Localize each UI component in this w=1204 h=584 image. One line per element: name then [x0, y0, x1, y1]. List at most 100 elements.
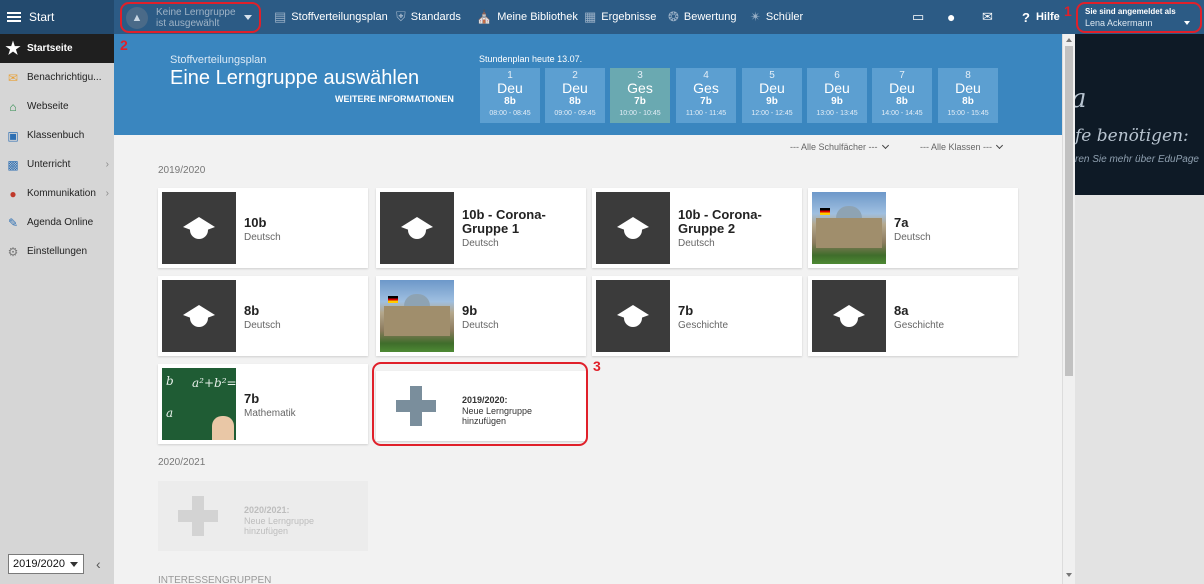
annotation-number-3: 3 [593, 358, 601, 374]
schedule-slot[interactable]: 8 Deu 8b 15:00 - 15:45 [938, 68, 998, 123]
menu-toggle[interactable]: Start [0, 0, 114, 34]
slot-subject: Deu [562, 80, 588, 96]
schedule-slot[interactable]: 2 Deu 8b 09:00 - 09:45 [545, 68, 605, 123]
group-name: 7b [678, 303, 694, 318]
slot-class: 8b [569, 96, 581, 107]
annotation-number-1: 1 [1064, 3, 1072, 19]
slot-class: 8b [896, 96, 908, 107]
sidebar: ★ Startseite ✉ Benachrichtigu... ⌂ Webse… [0, 34, 114, 584]
sidebar-item-klassenbuch[interactable]: ▣ Klassenbuch [0, 121, 114, 150]
nav-standards[interactable]: ⛨ Standards [396, 0, 461, 34]
group-subject: Deutsch [244, 320, 281, 331]
hero-banner: Stoffverteilungsplan Eine Lerngruppe aus… [114, 34, 1075, 135]
add-group-button-disabled[interactable]: 2020/2021: Neue Lerngruppe hinzufügen [158, 481, 368, 551]
group-card[interactable]: 10b Deutsch [158, 188, 368, 268]
nav-stoffverteilungsplan[interactable]: ▤ Stoffverteilungsplan [274, 0, 388, 34]
sidebar-item-agenda-online[interactable]: ✎ Agenda Online [0, 208, 114, 237]
more-info-link[interactable]: WEITERE INFORMATIONEN [335, 94, 454, 104]
graduation-cap-icon [401, 215, 433, 241]
sidebar-item-webseite[interactable]: ⌂ Webseite [0, 92, 114, 121]
schedule-slot[interactable]: 1 Deu 8b 08:00 - 08:45 [480, 68, 540, 123]
schedule-slot[interactable]: 6 Deu 9b 13:00 - 13:45 [807, 68, 867, 123]
nav-label: Ergebnisse [601, 11, 657, 23]
slot-subject: Deu [824, 80, 850, 96]
slot-subject: Deu [955, 80, 981, 96]
group-thumbnail [812, 280, 886, 352]
slot-subject: Ges [693, 80, 719, 96]
nav-meine-bibliothek[interactable]: ⛪ Meine Bibliothek [476, 0, 578, 34]
promo-line2: fe benötigen: [1075, 126, 1189, 146]
sidebar-item-benachrichtigungen[interactable]: ✉ Benachrichtigu... [0, 63, 114, 92]
annotation-box-1 [1076, 2, 1202, 33]
cast-icon: ▭ [912, 9, 925, 24]
sidebar-item-label: Kommunikation [27, 188, 96, 199]
nav-bewertung[interactable]: ❂ Bewertung [668, 0, 737, 34]
right-blank-area [1075, 195, 1204, 584]
group-subject: Geschichte [678, 320, 729, 331]
sidebar-item-label: Startseite [27, 43, 73, 54]
group-card[interactable]: 9b Deutsch [376, 276, 586, 356]
add-group-label: Neue Lerngruppe hinzufügen [244, 516, 315, 536]
graduation-cap-icon [833, 303, 865, 329]
subject-filter-value: --- Alle Schulfächer --- [790, 142, 878, 152]
group-card[interactable]: b a²+b²= a 7b Mathematik [158, 364, 368, 444]
school-year-value: 2019/2020 [13, 558, 65, 570]
page-title: Eine Lerngruppe auswählen [170, 67, 420, 89]
chat-icon: ● [9, 186, 17, 201]
group-name: 7a [894, 215, 909, 230]
main-scrollbar[interactable] [1062, 34, 1075, 584]
slot-subject: Deu [889, 80, 915, 96]
shield-icon: ⛨ [396, 9, 406, 24]
group-card[interactable]: 8b Deutsch [158, 276, 368, 356]
chevron-right-icon: › [105, 159, 109, 170]
mail-button[interactable]: ✉ [982, 0, 993, 34]
help-button[interactable]: ? Hilfe [1022, 0, 1060, 34]
group-card[interactable]: 10b - Corona-Gruppe 2 Deutsch [592, 188, 802, 268]
reichstag-image [812, 192, 886, 264]
math-chalkboard-image: b a²+b²= a [162, 368, 236, 440]
group-card[interactable]: 10b - Corona-Gruppe 1 Deutsch [376, 188, 586, 268]
cast-button[interactable]: ▭ [912, 0, 924, 34]
nav-schueler[interactable]: ✴ Schüler [750, 0, 803, 34]
sidebar-item-label: Einstellungen [27, 246, 88, 257]
sidebar-item-label: Webseite [27, 101, 69, 112]
slot-time: 08:00 - 08:45 [489, 110, 531, 117]
group-card[interactable]: 7a Deutsch [808, 188, 1018, 268]
book-icon: ▣ [7, 128, 19, 143]
group-card[interactable]: 7b Geschichte [592, 276, 802, 356]
annotation-box-2 [120, 2, 261, 33]
chat-button[interactable]: ● [947, 0, 955, 34]
hero-subtitle: Stoffverteilungsplan [170, 54, 267, 66]
graduation-cap-icon [183, 303, 215, 329]
schedule-slot[interactable]: 7 Deu 8b 14:00 - 14:45 [872, 68, 932, 123]
school-year-select[interactable]: 2019/2020 [8, 554, 84, 574]
subject-filter[interactable]: --- Alle Schulfächer --- [790, 141, 889, 152]
students-icon: ✴ [750, 9, 761, 24]
promo-panel[interactable]: a fe benötigen: ren Sie mehr über EduPag… [1075, 34, 1204, 195]
graduation-cap-icon [183, 215, 215, 241]
collapse-sidebar-button[interactable]: ‹ [96, 556, 101, 572]
group-subject: Deutsch [462, 320, 499, 331]
slot-class: 8b [962, 96, 974, 107]
sidebar-item-startseite[interactable]: ★ Startseite [0, 34, 114, 63]
schedule-slot-current[interactable]: 3 Ges 7b 10:00 - 10:45 [610, 68, 670, 123]
schedule-slot[interactable]: 5 Deu 9b 12:00 - 12:45 [742, 68, 802, 123]
slot-time: 13:00 - 13:45 [816, 110, 858, 117]
group-card[interactable]: 8a Geschichte [808, 276, 1018, 356]
sidebar-item-einstellungen[interactable]: ⚙ Einstellungen [0, 237, 114, 266]
slot-time: 14:00 - 14:45 [881, 110, 923, 117]
group-thumbnail [162, 192, 236, 264]
schedule-slot[interactable]: 4 Ges 7b 11:00 - 11:45 [676, 68, 736, 123]
class-filter[interactable]: --- Alle Klassen --- [920, 141, 1004, 152]
nav-ergebnisse[interactable]: ▦ Ergebnisse [584, 0, 656, 34]
promo-line1: a [1075, 84, 1087, 114]
sidebar-item-unterricht[interactable]: ▩ Unterricht › [0, 150, 114, 179]
chevron-down-icon [881, 141, 889, 150]
scrollbar-thumb[interactable] [1065, 46, 1073, 376]
slot-class: 7b [634, 96, 646, 107]
add-group-year: 2020/2021: [244, 505, 290, 515]
group-name: 10b - Corona-Gruppe 2 [678, 207, 762, 236]
group-subject: Deutsch [462, 238, 499, 249]
sidebar-item-kommunikation[interactable]: ● Kommunikation › [0, 179, 114, 208]
slot-time: 11:00 - 11:45 [685, 110, 727, 117]
